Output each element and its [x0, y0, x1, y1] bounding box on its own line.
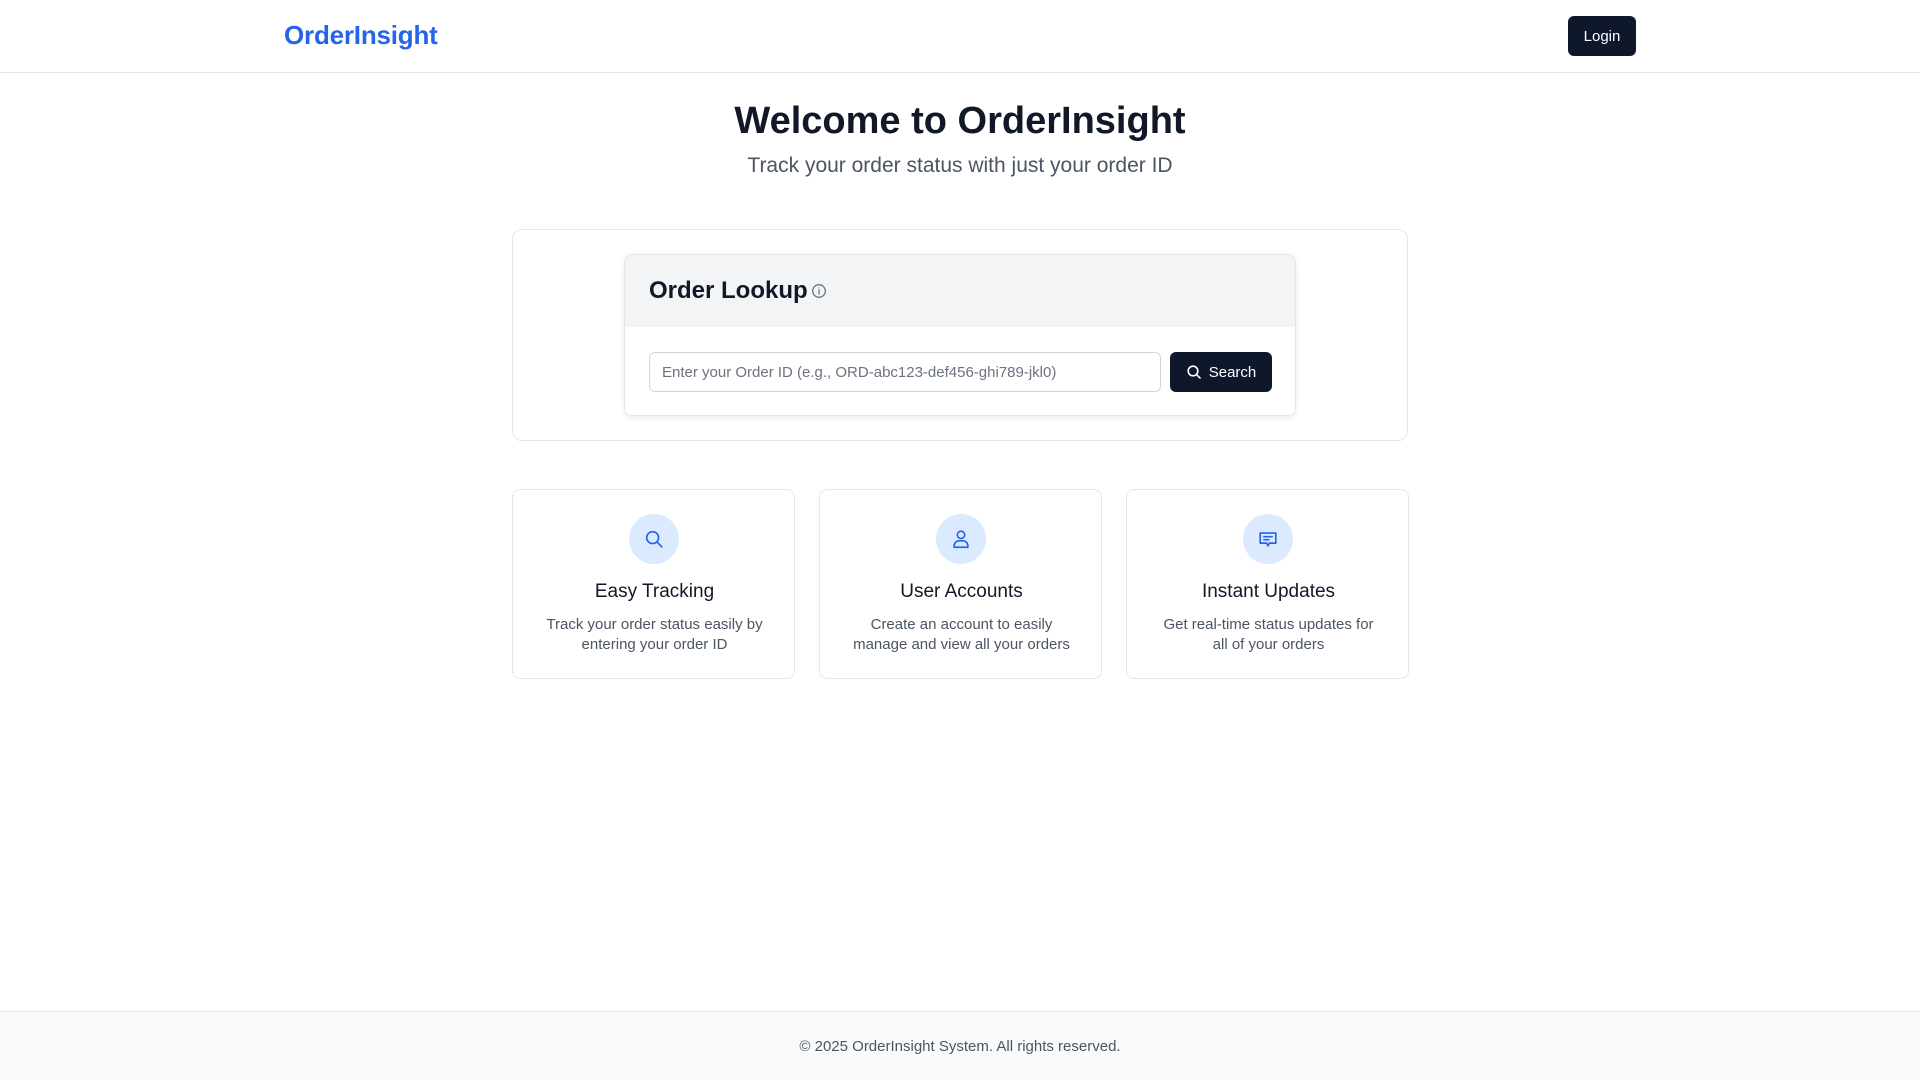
feature-card-instant-updates: Instant Updates Get real-time status upd… — [1126, 489, 1409, 679]
top-navbar: OrderInsight Login — [0, 0, 1920, 73]
page: OrderInsight Login Welcome to OrderInsig… — [0, 0, 1920, 1080]
search-icon — [645, 530, 663, 548]
login-button[interactable]: Login — [1568, 16, 1636, 56]
feature-description: Track your order status easily by enteri… — [546, 616, 763, 653]
order-lookup-title: Order Lookup — [649, 277, 808, 304]
user-icon — [953, 530, 969, 549]
order-lookup-card-header: Order Lookup — [625, 255, 1295, 327]
page-title: Welcome to OrderInsight — [734, 100, 1186, 142]
feature-icon-badge — [629, 514, 679, 564]
info-circle-icon[interactable] — [811, 283, 827, 299]
order-lookup-card: Order Lookup Search — [624, 254, 1296, 416]
search-icon — [1187, 365, 1201, 379]
message-icon — [1259, 532, 1277, 547]
copyright-text: © 2025 OrderInsight System. All rights r… — [799, 1038, 1121, 1055]
search-button-label: Search — [1208, 363, 1257, 381]
footer: © 2025 OrderInsight System. All rights r… — [0, 1011, 1920, 1080]
feature-title: Easy Tracking — [594, 581, 715, 602]
order-id-input[interactable] — [649, 352, 1161, 392]
feature-title: User Accounts — [900, 581, 1023, 602]
feature-card-easy-tracking: Easy Tracking Track your order status ea… — [512, 489, 795, 679]
feature-title: Instant Updates — [1201, 581, 1336, 602]
brand-logo[interactable]: OrderInsight — [284, 20, 438, 51]
page-subtitle: Track your order status with just your o… — [747, 154, 1173, 177]
search-button[interactable]: Search — [1170, 352, 1272, 392]
feature-card-user-accounts: User Accounts Create an account to easil… — [819, 489, 1102, 679]
feature-icon-badge — [1243, 514, 1293, 564]
feature-icon-badge — [936, 514, 986, 564]
feature-description: Create an account to easily manage and v… — [853, 616, 1070, 653]
feature-description: Get real-time status updates for all of … — [1163, 616, 1374, 653]
